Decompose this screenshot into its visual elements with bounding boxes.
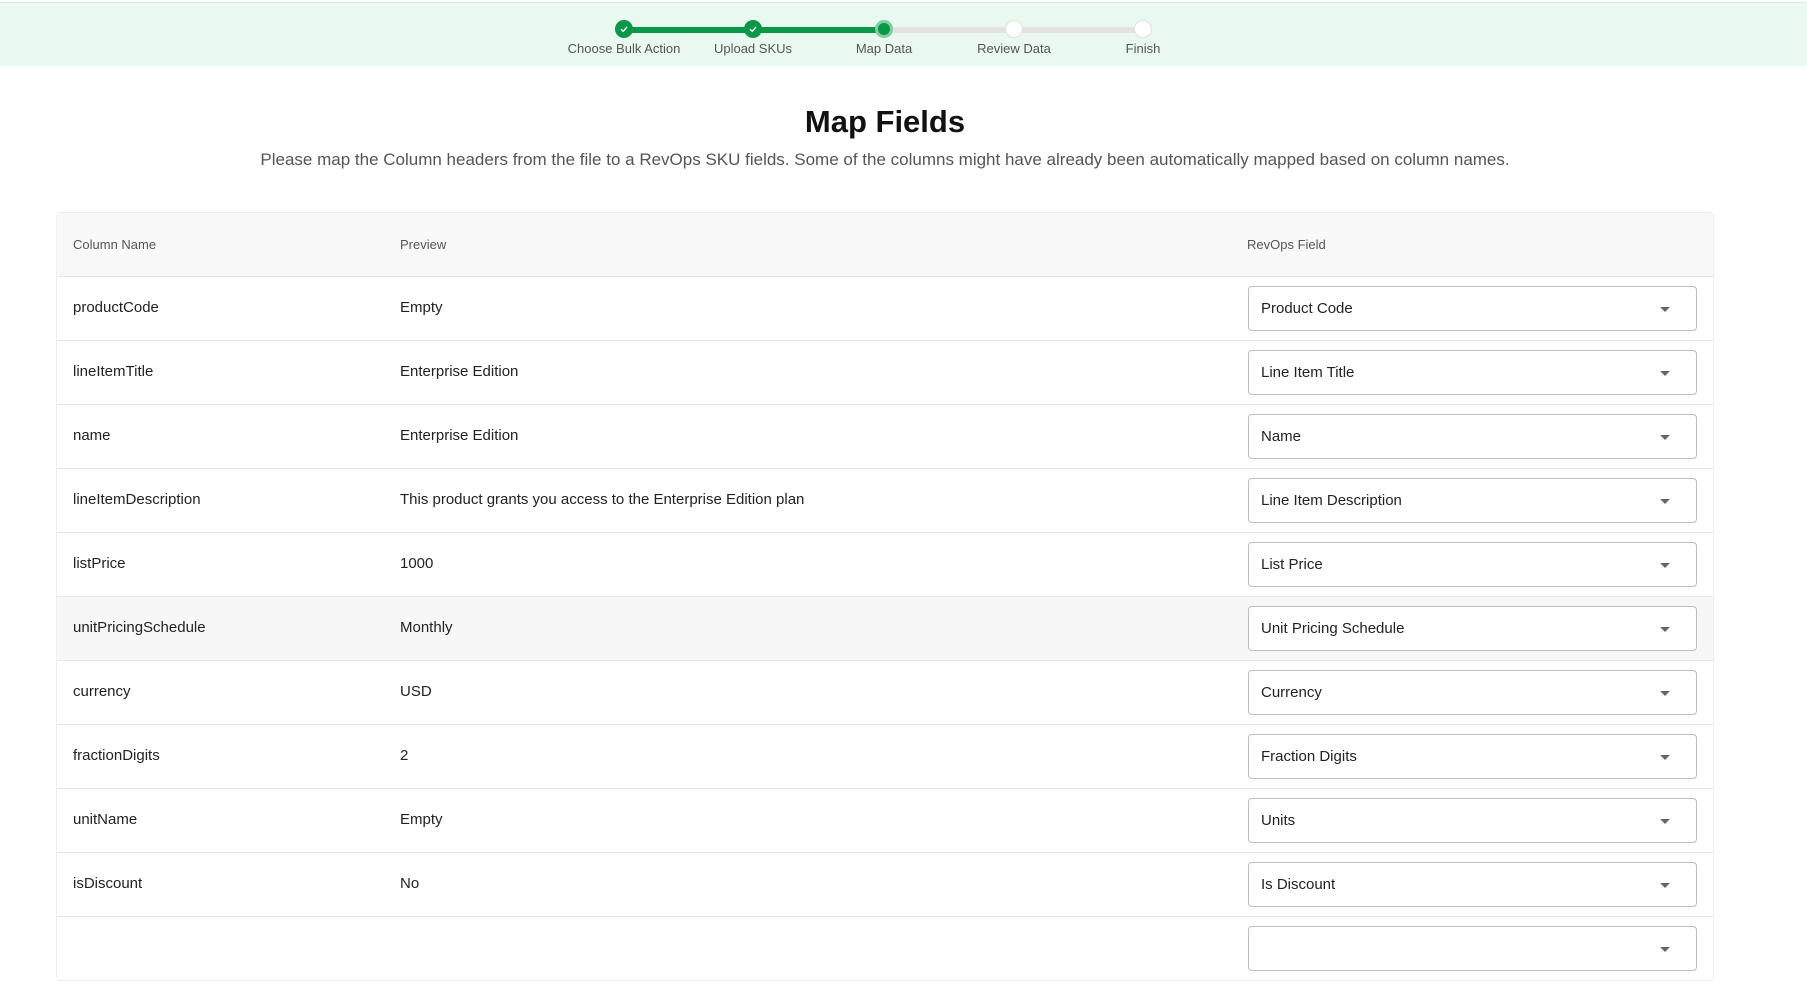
revops-field-select[interactable]: Product Code — [1248, 286, 1697, 331]
selected-field-value: Units — [1261, 812, 1296, 829]
table-row: lineItemDescription This product grants y… — [57, 469, 1713, 533]
dropdown-caret-icon — [1660, 563, 1670, 568]
preview-cell: This product grants you access to the En… — [400, 491, 805, 508]
table-row: productCode Empty Product Code — [57, 277, 1713, 341]
page-title: Map Fields — [804, 104, 966, 139]
page-subtitle: Please map the Column headers from the f… — [260, 150, 1510, 169]
revops-field-select[interactable]: Fraction Digits — [1248, 734, 1697, 779]
column-name-cell: lineItemDescription — [73, 491, 201, 508]
column-name-cell: lineItemTitle — [73, 363, 154, 380]
dropdown-caret-icon — [1660, 883, 1670, 888]
field-mapping-table: Column Name Preview RevOps Field product… — [56, 212, 1714, 981]
selected-field-value: Fraction Digits — [1261, 748, 1357, 765]
step-label: Finish — [1125, 41, 1161, 56]
header-column-name: Column Name — [73, 237, 157, 252]
pending-step-icon — [1134, 20, 1152, 38]
check-icon — [744, 20, 762, 38]
current-step-icon — [878, 23, 890, 35]
dropdown-caret-icon — [1660, 627, 1670, 632]
table-row: unitPricingSchedule Monthly Unit Pricing S… — [57, 597, 1713, 661]
pending-step-icon — [1005, 20, 1023, 38]
header-preview: Preview — [400, 237, 447, 252]
column-name-cell: fractionDigits — [73, 747, 160, 764]
selected-field-value: List Price — [1261, 556, 1323, 573]
preview-cell: 1000 — [400, 555, 434, 572]
preview-cell: Monthly — [400, 619, 453, 636]
dropdown-caret-icon — [1660, 371, 1670, 376]
selected-field-value: Is Discount — [1261, 876, 1336, 893]
column-name-cell: unitPricingSchedule — [73, 619, 206, 636]
table-row: unitName Empty Units — [57, 789, 1713, 853]
revops-field-select[interactable]: Line Item Description — [1248, 478, 1697, 523]
dropdown-caret-icon — [1660, 947, 1670, 952]
dropdown-caret-icon — [1660, 755, 1670, 760]
selected-field-value: Line Item Title — [1261, 364, 1355, 381]
dropdown-caret-icon — [1660, 499, 1670, 504]
selected-field-value: Currency — [1261, 684, 1322, 701]
revops-field-select[interactable]: Unit Pricing Schedule — [1248, 606, 1697, 651]
dropdown-caret-icon — [1660, 307, 1670, 312]
dropdown-caret-icon — [1660, 819, 1670, 824]
selected-field-value: Product Code — [1261, 300, 1353, 317]
preview-cell: Empty — [400, 299, 443, 316]
dropdown-caret-icon — [1660, 435, 1670, 440]
table-header: Column Name Preview RevOps Field — [57, 213, 1713, 277]
revops-field-select[interactable]: Name — [1248, 414, 1697, 459]
header-revops-field: RevOps Field — [1247, 237, 1326, 252]
selected-field-value: Unit Pricing Schedule — [1261, 620, 1405, 637]
preview-cell: No — [400, 875, 420, 892]
selected-field-value: Name — [1261, 428, 1302, 445]
preview-cell: 2 — [400, 747, 409, 764]
preview-cell: Enterprise Edition — [400, 363, 519, 380]
revops-field-select[interactable]: Currency — [1248, 670, 1697, 715]
progress-stepper: Choose Bulk Action Upload SKUs Map Data … — [0, 2, 1807, 66]
preview-cell: USD — [400, 683, 432, 700]
revops-field-select[interactable]: Is Discount — [1248, 862, 1697, 907]
table-row — [57, 917, 1713, 981]
selected-field-value: Line Item Description — [1261, 492, 1402, 509]
column-name-cell: unitName — [73, 811, 138, 828]
table-row: listPrice 1000 List Price — [57, 533, 1713, 597]
revops-field-select[interactable]: Line Item Title — [1248, 350, 1697, 395]
column-name-cell: productCode — [73, 299, 159, 316]
table-row: isDiscount No Is Discount — [57, 853, 1713, 917]
table-row: currency USD Currency — [57, 661, 1713, 725]
preview-cell: Enterprise Edition — [400, 427, 519, 444]
revops-field-select[interactable]: Units — [1248, 798, 1697, 843]
preview-cell: Empty — [400, 811, 443, 828]
column-name-cell: isDiscount — [73, 875, 143, 892]
check-icon — [615, 20, 633, 38]
table-row: fractionDigits 2 Fraction Digits — [57, 725, 1713, 789]
column-name-cell: name — [73, 427, 111, 444]
dropdown-caret-icon — [1660, 691, 1670, 696]
revops-field-select[interactable]: List Price — [1248, 542, 1697, 587]
column-name-cell: currency — [73, 683, 131, 700]
table-row: name Enterprise Edition Name — [57, 405, 1713, 469]
column-name-cell: listPrice — [73, 555, 126, 572]
table-row: lineItemTitle Enterprise Edition Line Item… — [57, 341, 1713, 405]
